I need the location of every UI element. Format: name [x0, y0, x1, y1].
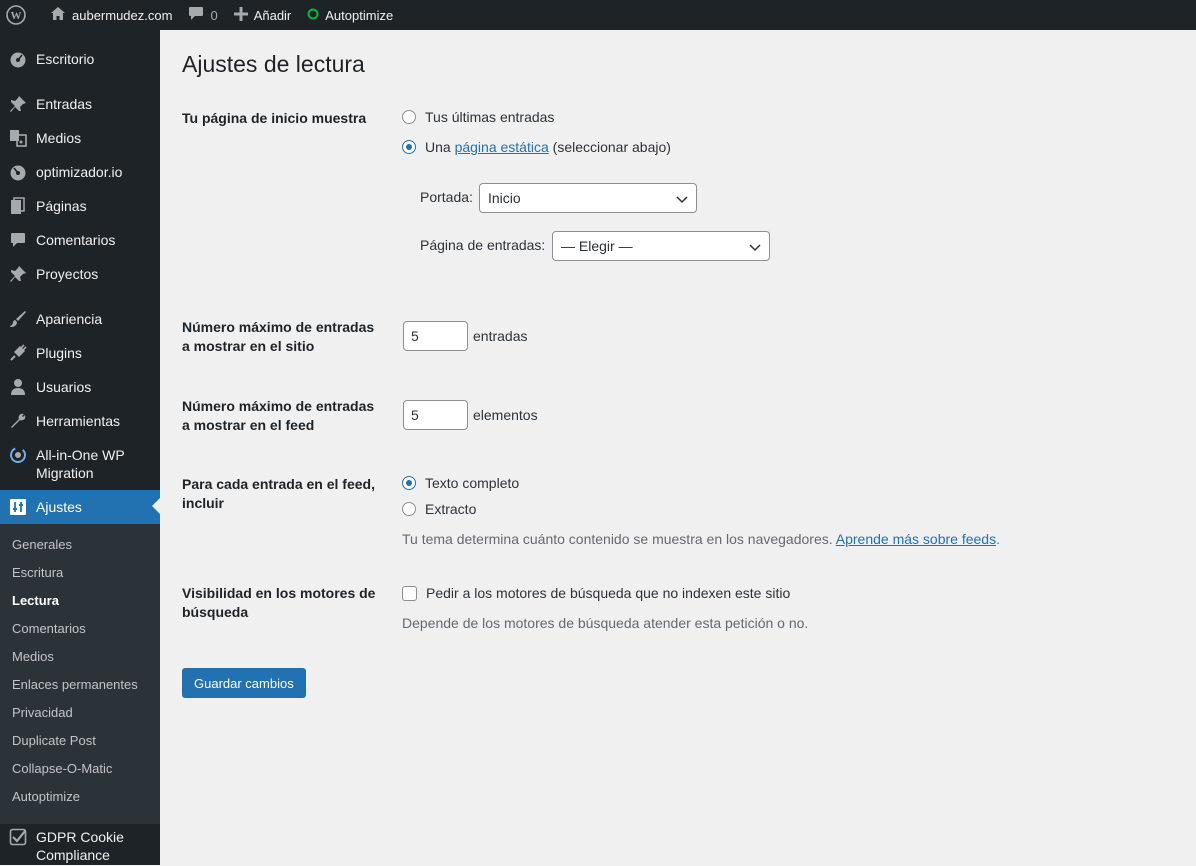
option-full-text[interactable]: Texto completo [402, 475, 519, 491]
feed-description: Tu tema determina cuánto contenido se mu… [402, 531, 1000, 547]
sidebar-item-plugins[interactable]: Plugins [0, 340, 160, 366]
settings-submenu: Generales Escritura Lectura Comentarios … [0, 524, 160, 824]
radio-latest-posts[interactable] [402, 110, 416, 124]
submenu-item-privacidad[interactable]: Privacidad [12, 704, 73, 722]
check-icon [0, 828, 36, 846]
feed-items-unit: elementos [473, 407, 538, 423]
status-dot-icon [307, 8, 325, 23]
admin-sidebar: Escritorio Entradas Medios optimizador.i… [0, 30, 160, 865]
media-icon [0, 129, 36, 147]
sidebar-item-usuarios[interactable]: Usuarios [0, 374, 160, 400]
posts-page-label: Página de entradas: [420, 237, 546, 253]
radio-static-page[interactable] [402, 140, 416, 154]
chevron-down-icon [749, 240, 761, 256]
save-changes-button[interactable]: Guardar cambios [182, 668, 306, 698]
pin-icon [0, 95, 36, 113]
plug-icon [0, 344, 36, 362]
submenu-item-comentarios[interactable]: Comentarios [12, 620, 86, 638]
page-title: Ajustes de lectura [182, 51, 365, 77]
autoptimize-label: Autoptimize [325, 7, 394, 23]
pin-icon [0, 265, 36, 283]
static-page-link[interactable]: página estática [455, 139, 549, 155]
site-name-link[interactable]: aubermudez.com [42, 0, 180, 30]
search-visibility-label: Visibilidad en los motores de búsqueda [182, 585, 376, 620]
submenu-item-medios[interactable]: Medios [12, 648, 54, 666]
submenu-item-duplicate-post[interactable]: Duplicate Post [12, 732, 96, 750]
discourage-indexing-checkbox[interactable] [402, 585, 417, 601]
option-discourage-indexing[interactable]: Pedir a los motores de búsqueda que no i… [402, 585, 790, 601]
comments-count: 0 [210, 7, 218, 23]
option-latest-posts[interactable]: Tus últimas entradas [402, 109, 554, 125]
admin-bar: W aubermudez.com 0 Añadir Autoptimize [0, 0, 1196, 30]
gauge-icon [0, 163, 36, 181]
submenu-item-autoptimize[interactable]: Autoptimize [12, 788, 80, 806]
portada-select[interactable]: Inicio [479, 183, 697, 213]
feed-content-label: Para cada entrada en el feed, incluir [182, 476, 375, 511]
feed-items-label: Número máximo de entradas a mostrar en e… [182, 398, 375, 433]
sidebar-item-apariencia[interactable]: Apariencia [0, 306, 160, 332]
learn-more-feeds-link[interactable]: Aprende más sobre feeds [836, 531, 996, 547]
home-icon [50, 6, 72, 24]
portada-label: Portada: [420, 189, 473, 205]
wordpress-logo-icon[interactable]: W [0, 0, 42, 30]
wrench-icon [0, 412, 36, 430]
pages-icon [0, 197, 36, 215]
radio-excerpt[interactable] [402, 502, 416, 516]
submenu-item-collapse-o-matic[interactable]: Collapse-O-Matic [12, 760, 112, 778]
sidebar-item-escritorio[interactable]: Escritorio [0, 46, 160, 72]
submenu-item-enlaces-permanentes[interactable]: Enlaces permanentes [12, 676, 138, 694]
site-name: aubermudez.com [72, 7, 173, 23]
comment-icon [0, 231, 36, 249]
submenu-item-generales[interactable]: Generales [12, 536, 72, 554]
brush-icon [0, 310, 36, 328]
feed-items-input[interactable] [403, 400, 468, 430]
option-excerpt[interactable]: Extracto [402, 501, 476, 517]
plus-icon [233, 6, 254, 24]
main-content: Ajustes de lectura Tu página de inicio m… [160, 30, 1196, 865]
sidebar-item-gdpr-cookie-compliance[interactable]: GDPR Cookie Compliance [0, 826, 160, 866]
sidebar-item-paginas[interactable]: Páginas [0, 193, 160, 219]
migration-icon [0, 446, 36, 464]
posts-per-page-label: Número máximo de entradas a mostrar en e… [182, 319, 375, 354]
comment-icon [188, 6, 210, 24]
option-static-page[interactable]: Una página estática (seleccionar abajo) [402, 139, 671, 155]
user-icon [0, 378, 36, 396]
sidebar-item-medios[interactable]: Medios [0, 125, 160, 151]
sidebar-item-ajustes[interactable]: Ajustes [0, 490, 160, 524]
submenu-item-lectura[interactable]: Lectura [12, 592, 59, 610]
posts-per-page-input[interactable] [403, 321, 468, 351]
posts-per-page-unit: entradas [473, 328, 528, 344]
settings-icon [0, 498, 36, 516]
chevron-down-icon [676, 192, 688, 208]
sidebar-item-proyectos[interactable]: Proyectos [0, 261, 160, 287]
sidebar-item-entradas[interactable]: Entradas [0, 91, 160, 117]
sidebar-item-all-in-one-wp-migration[interactable]: All-in-One WP Migration [0, 442, 160, 486]
submenu-item-escritura[interactable]: Escritura [12, 564, 63, 582]
sidebar-item-optimizador[interactable]: optimizador.io [0, 159, 160, 185]
radio-full-text[interactable] [402, 476, 416, 490]
svg-text:W: W [11, 10, 22, 22]
sidebar-item-comentarios[interactable]: Comentarios [0, 227, 160, 253]
autoptimize-link[interactable]: Autoptimize [299, 0, 401, 30]
comments-link[interactable]: 0 [180, 0, 225, 30]
add-new-link[interactable]: Añadir [226, 0, 300, 30]
posts-page-select[interactable]: — Elegir — [552, 231, 770, 261]
dashboard-icon [0, 50, 36, 68]
add-new-label: Añadir [253, 7, 292, 23]
front-page-label: Tu página de inicio muestra [182, 110, 367, 126]
sidebar-item-herramientas[interactable]: Herramientas [0, 408, 160, 434]
search-visibility-description: Depende de los motores de búsqueda atend… [402, 615, 809, 631]
